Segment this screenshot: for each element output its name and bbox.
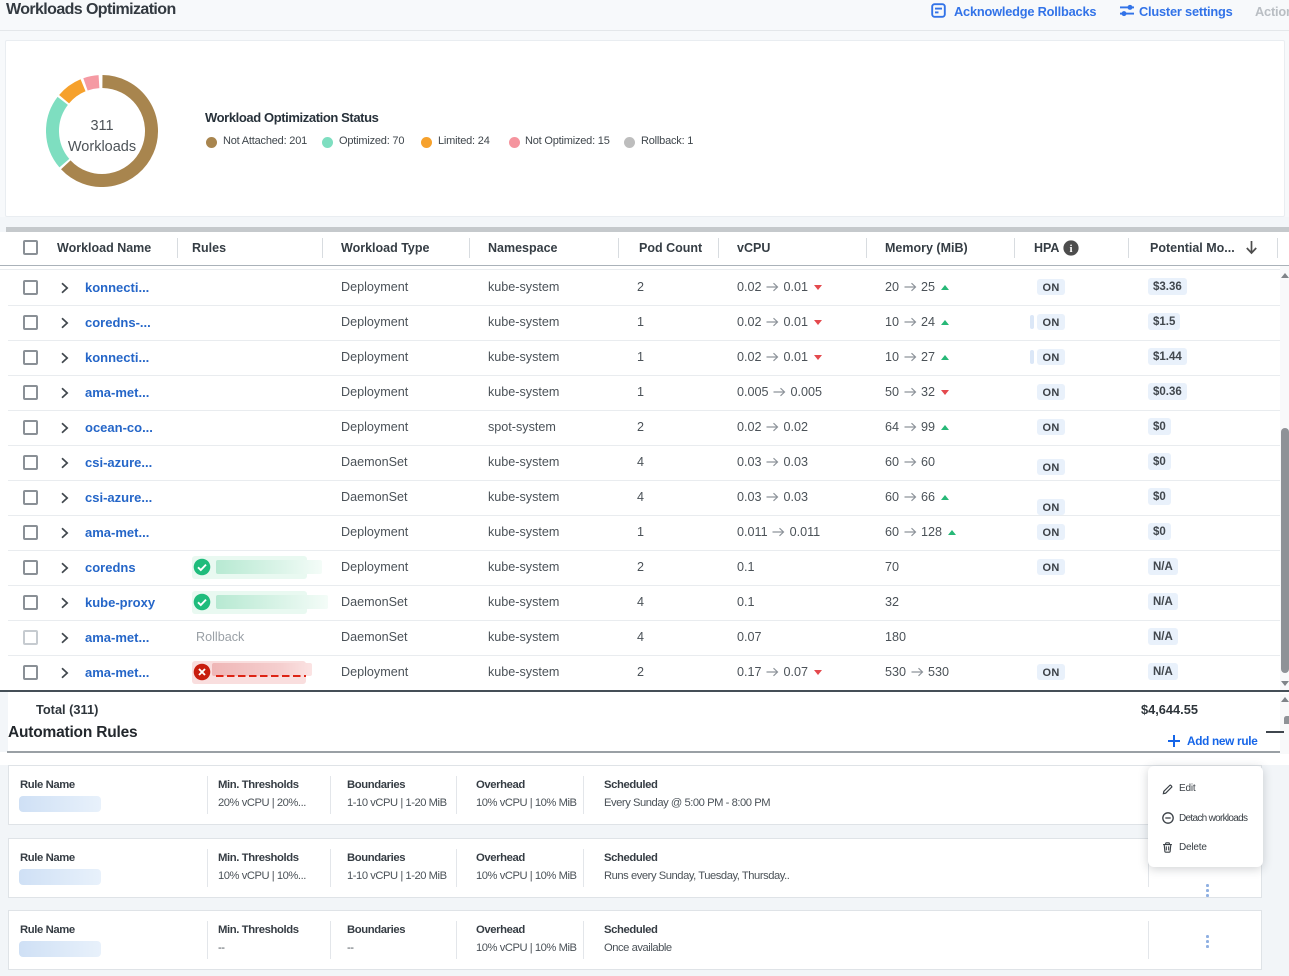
svg-text:i: i [1069, 243, 1072, 255]
